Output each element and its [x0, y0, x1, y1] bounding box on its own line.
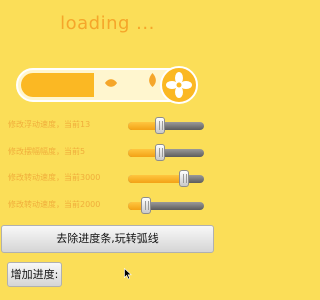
slider-thumb[interactable]	[179, 170, 189, 187]
rotation-speed-slider-row: 修改转动速度，当前3000	[0, 169, 215, 189]
leaf-icon	[149, 73, 156, 87]
slider-label: 修改摆幅幅度，当前5	[8, 147, 86, 156]
slider-thumb[interactable]	[155, 144, 165, 161]
swing-amplitude-slider-row: 修改摆幅幅度，当前5	[0, 143, 215, 163]
slider-thumb[interactable]	[155, 117, 165, 134]
rotation-speed-slider-row-2: 修改转动速度，当前2000	[0, 196, 215, 216]
remove-progress-button[interactable]: 去除进度条,玩转弧线	[1, 225, 214, 253]
loading-title: loading ...	[60, 13, 155, 34]
leaf-icon	[105, 79, 117, 87]
slider-label: 修改转动速度，当前2000	[8, 200, 101, 209]
slider-label: 修改转动速度，当前3000	[8, 173, 101, 182]
fan-icon	[160, 66, 198, 104]
slider-fill	[128, 175, 184, 183]
slider-thumb[interactable]	[141, 197, 151, 214]
mouse-cursor-icon	[124, 268, 132, 280]
progress-fill	[21, 73, 94, 97]
add-progress-button[interactable]: 增加进度:	[7, 262, 62, 287]
float-speed-slider-row: 修改浮动速度，当前13	[0, 116, 215, 136]
slider-label: 修改浮动速度，当前13	[8, 120, 91, 129]
